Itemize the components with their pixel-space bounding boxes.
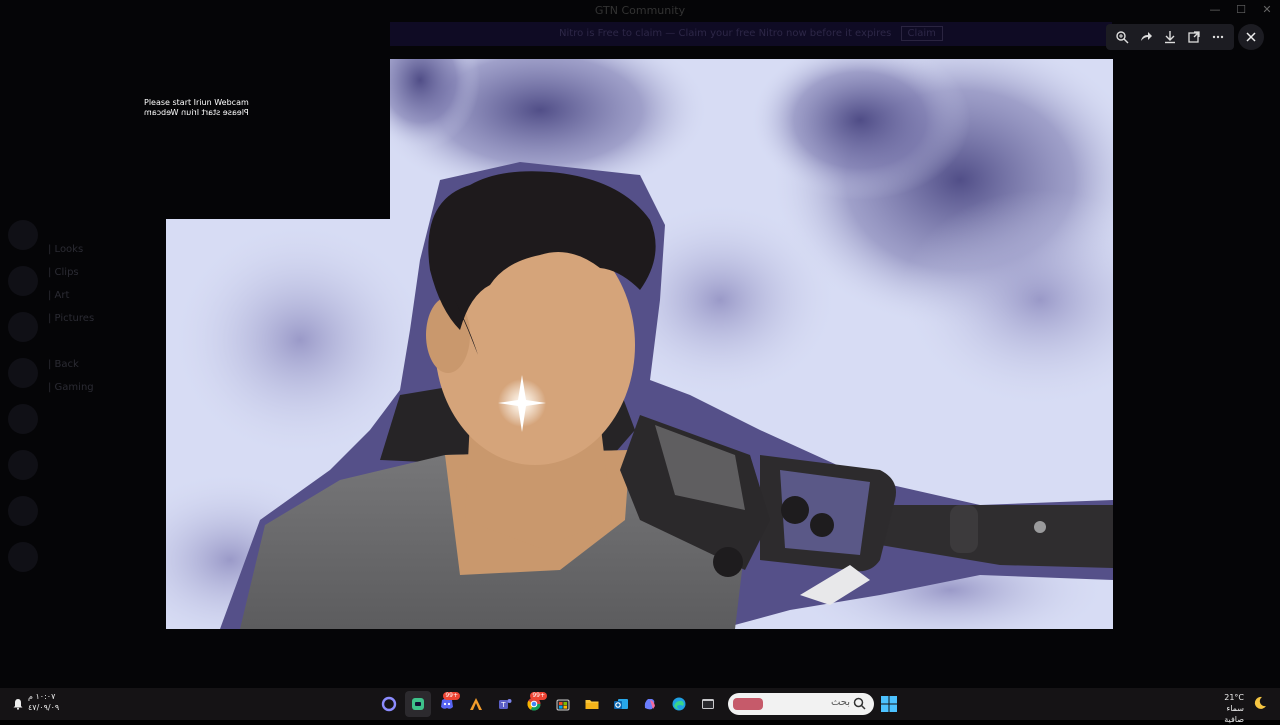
weather-temp: 21°C — [1224, 693, 1244, 702]
discord-icon[interactable]: 99+ — [434, 691, 460, 717]
store-icon[interactable] — [550, 691, 576, 717]
member-item[interactable] — [1118, 487, 1268, 516]
member-item[interactable] — [1118, 139, 1268, 168]
moon-icon — [1252, 695, 1268, 715]
webcam-message-line: Please start Iriun Webcam — [144, 98, 249, 107]
download-icon[interactable] — [1158, 25, 1182, 49]
clock-date: ٤٧/٠٩/٠٩ — [28, 703, 60, 712]
svg-text:T: T — [500, 701, 506, 709]
more-icon[interactable] — [1206, 25, 1230, 49]
weather-desc: سماء صافية — [1224, 704, 1244, 724]
member-item[interactable] — [1118, 458, 1268, 487]
member-item[interactable] — [1118, 168, 1268, 197]
share-icon[interactable] — [1134, 25, 1158, 49]
close-icon[interactable] — [1238, 24, 1264, 50]
taskbar-search[interactable]: بحث — [728, 693, 874, 715]
discord-app-icon[interactable] — [405, 691, 431, 717]
member-item[interactable] — [1118, 284, 1268, 313]
webcam-message-mirrored: Please start Iriun Webcam — [144, 108, 249, 117]
teams-icon[interactable]: T — [492, 691, 518, 717]
start-icon[interactable] — [880, 695, 898, 717]
notification-icon[interactable] — [12, 695, 24, 714]
image-viewer-toolbar — [1106, 24, 1234, 50]
member-item[interactable] — [1118, 255, 1268, 284]
member-item[interactable] — [1118, 110, 1268, 139]
webcam-message: Please start Iriun Webcam Please start I… — [144, 98, 249, 118]
cortana-icon[interactable] — [376, 691, 402, 717]
member-item[interactable] — [1118, 226, 1268, 255]
taskbar-apps: 99+ T 99+ — [376, 691, 721, 717]
member-item[interactable] — [1118, 197, 1268, 226]
clock-time: ١٠:٠٧ م — [28, 692, 56, 701]
file-explorer-icon[interactable] — [579, 691, 605, 717]
chrome-icon[interactable]: 99+ — [521, 691, 547, 717]
taskbar-clock[interactable]: ١٠:٠٧ م ٤٧/٠٩/٠٩ — [28, 691, 59, 713]
member-item[interactable] — [1118, 545, 1268, 574]
member-item[interactable] — [1118, 516, 1268, 545]
member-item[interactable] — [1118, 342, 1268, 371]
stream-artwork — [166, 59, 1113, 629]
member-list — [1118, 110, 1268, 574]
open-external-icon[interactable] — [1182, 25, 1206, 49]
search-icon — [853, 697, 866, 710]
copilot-icon[interactable] — [637, 691, 663, 717]
notification-badge: 99+ — [530, 692, 547, 700]
taskbar: ١٠:٠٧ م ٤٧/٠٩/٠٩ 99+ T 99+ بحث 21°C سماء… — [0, 688, 1280, 724]
notification-badge: 99+ — [443, 692, 460, 700]
member-item[interactable] — [1118, 429, 1268, 458]
member-item[interactable] — [1118, 400, 1268, 429]
search-placeholder: بحث — [830, 697, 850, 708]
search-highlight-image — [733, 698, 763, 710]
edge-icon[interactable] — [666, 691, 692, 717]
weather-widget[interactable]: 21°C سماء صافية — [1206, 692, 1244, 725]
outlook-icon[interactable] — [608, 691, 634, 717]
terminal-icon[interactable] — [695, 691, 721, 717]
member-item[interactable] — [1118, 313, 1268, 342]
autodesk-icon[interactable] — [463, 691, 489, 717]
member-item[interactable] — [1118, 371, 1268, 400]
zoom-in-icon[interactable] — [1110, 25, 1134, 49]
